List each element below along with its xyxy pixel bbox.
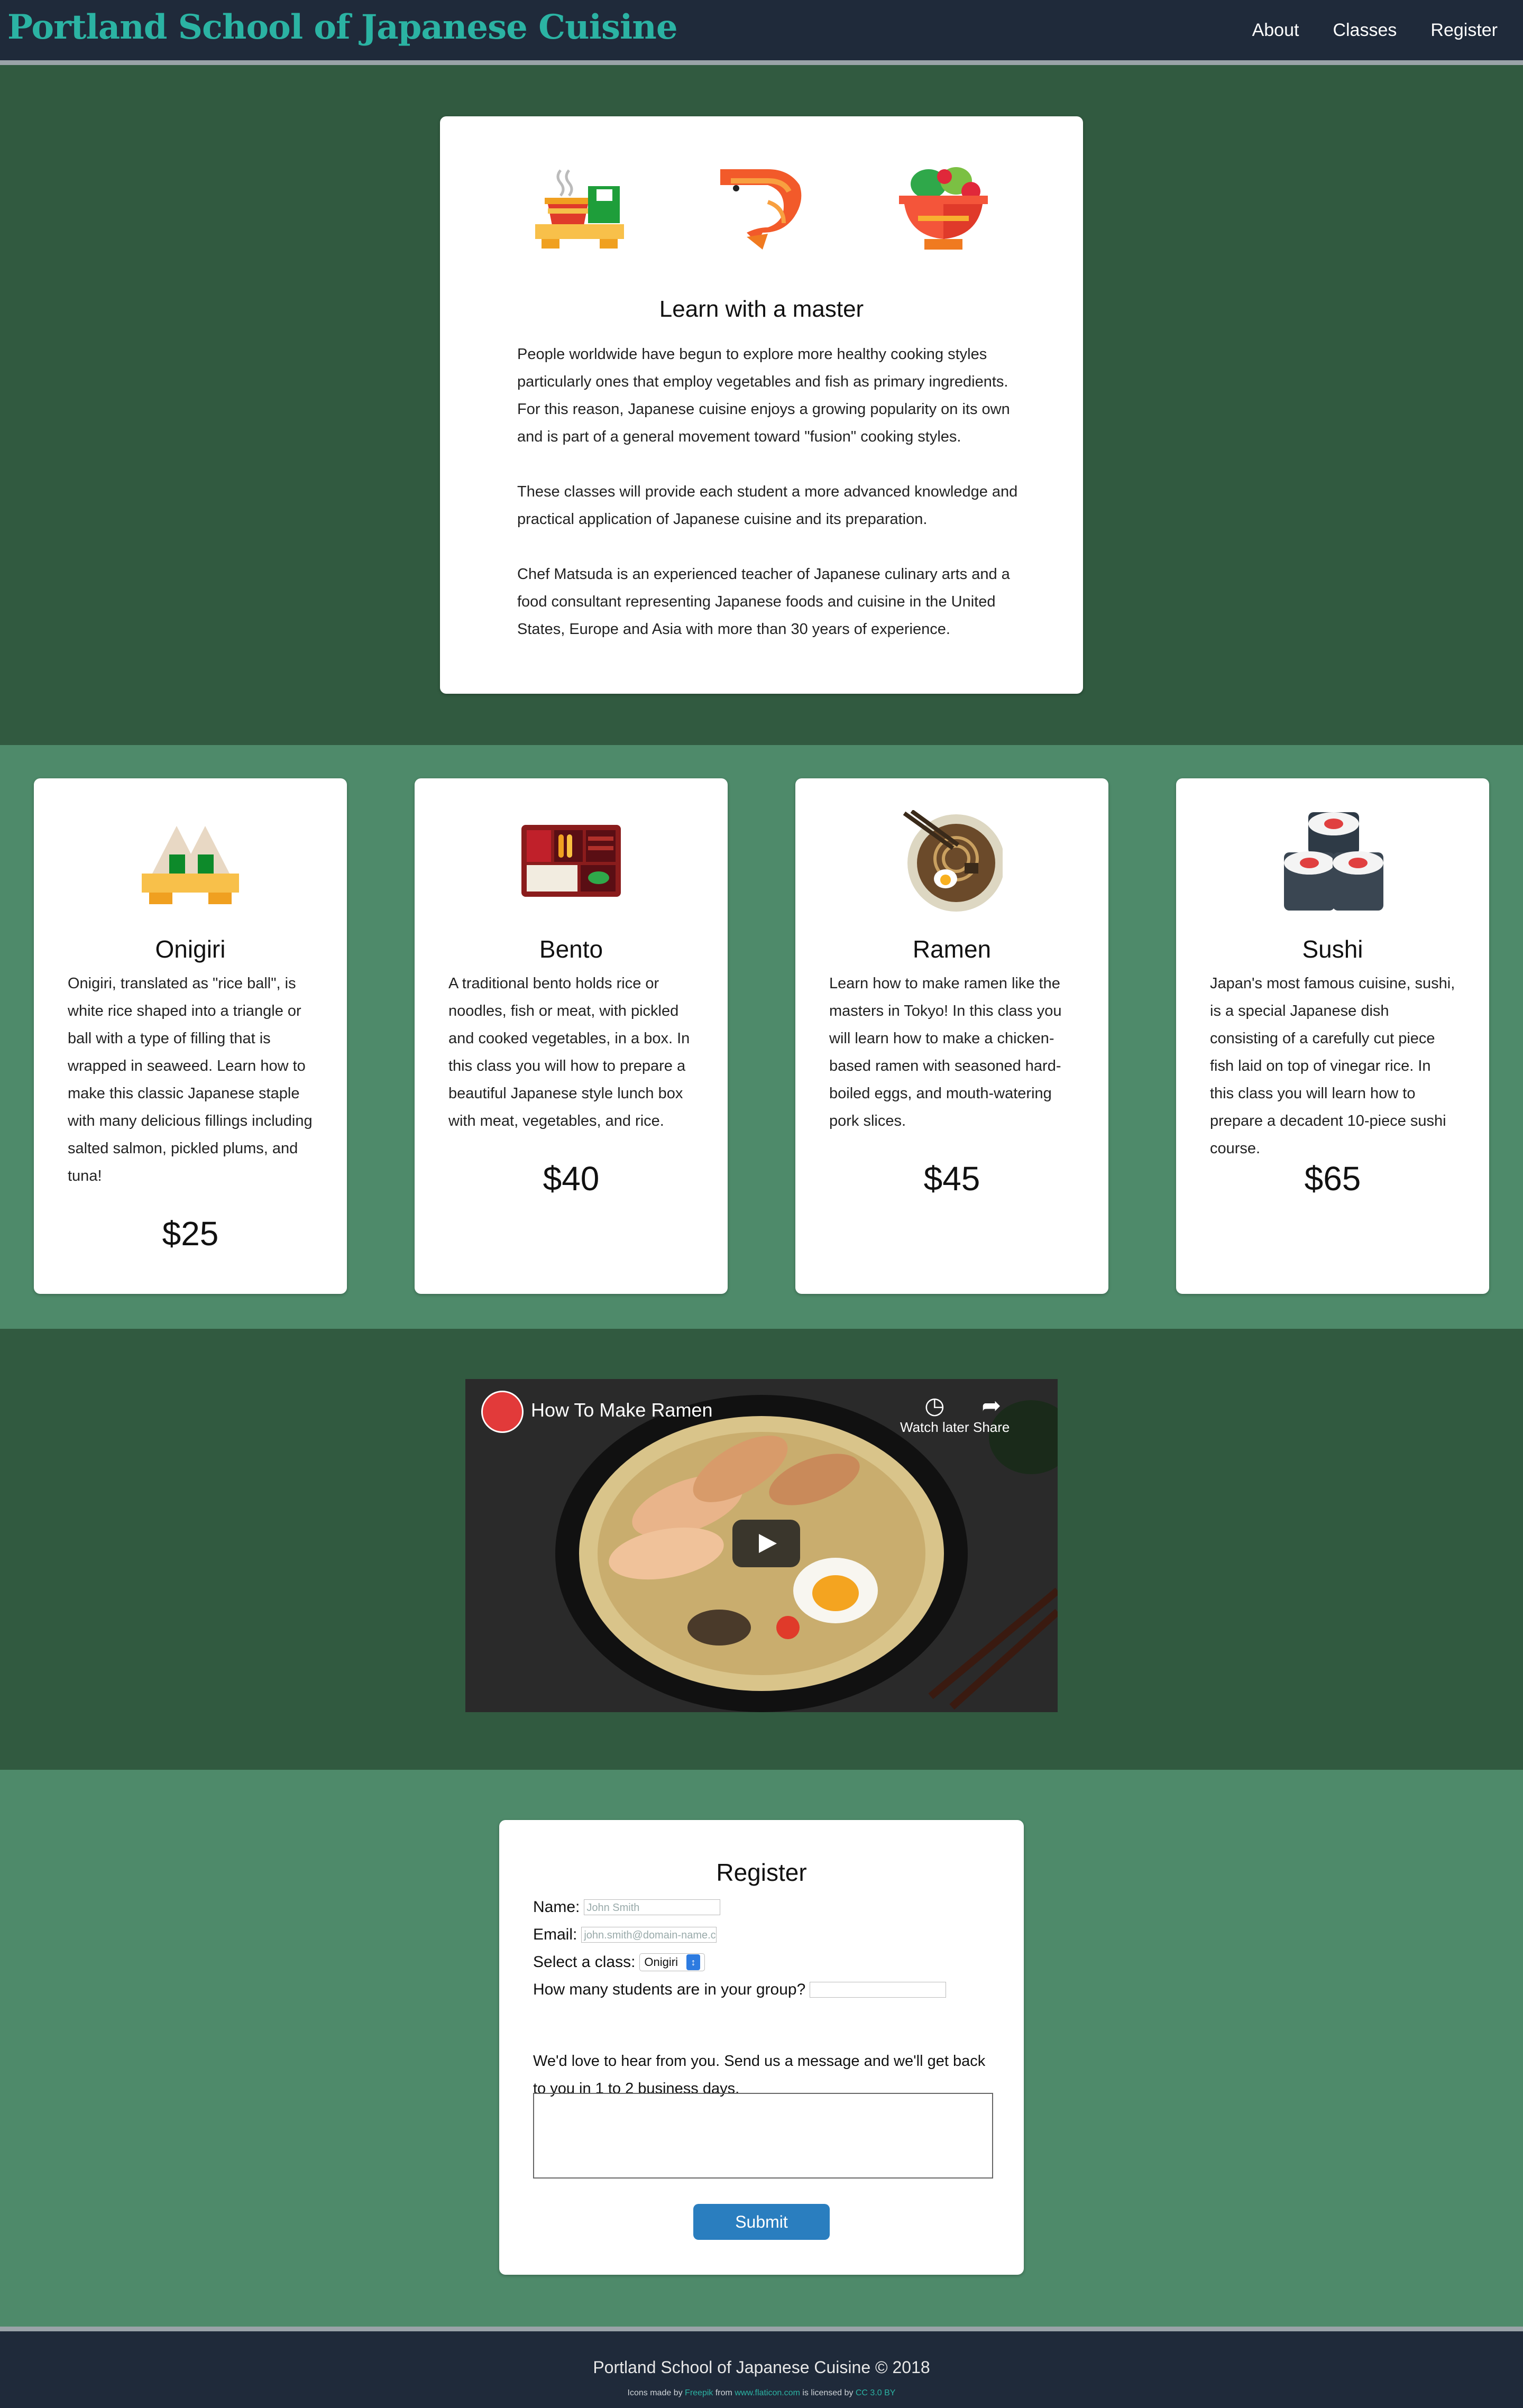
class-select-label: Select a class: (533, 1953, 636, 1971)
class-title: Sushi (1302, 935, 1363, 963)
class-description: A traditional bento holds rice or noodle… (448, 975, 690, 1129)
credit-site-link[interactable]: www.flaticon.com (735, 2388, 800, 2397)
ramen-icon (901, 809, 1005, 914)
email-label: Email: (533, 1926, 577, 1943)
watch-later-button[interactable]: ◷ Watch later (900, 1393, 969, 1436)
main-nav: About Classes Register (1252, 20, 1498, 41)
share-icon: ➦ (981, 1393, 1002, 1419)
name-row: Name: John Smith (533, 1898, 721, 1916)
intro-paragraph: Chef Matsuda is an experienced teacher o… (517, 566, 1010, 638)
credit-text: Icons made by (627, 2388, 683, 2397)
class-price: $65 (1304, 1160, 1361, 1198)
class-card-onigiri: Onigiri Onigiri, translated as "rice bal… (34, 778, 347, 1294)
class-price: $45 (923, 1160, 980, 1198)
nav-about[interactable]: About (1252, 20, 1299, 41)
site-header: Portland School of Japanese Cuisine Abou… (0, 0, 1523, 65)
share-button[interactable]: ➦ Share (973, 1393, 1010, 1436)
play-button[interactable] (732, 1520, 800, 1567)
site-footer: Portland School of Japanese Cuisine © 20… (0, 2327, 1523, 2408)
shrimp-icon (715, 165, 808, 261)
intro-title: Learn with a master (659, 296, 864, 322)
bento-icon (521, 825, 621, 899)
credit-text: is licensed by (802, 2388, 854, 2397)
class-description: Learn how to make ramen like the masters… (829, 975, 1062, 1129)
class-description: Onigiri, translated as "rice ball", is w… (68, 975, 313, 1184)
video-player[interactable]: How To Make Ramen ◷ Watch later ➦ Share (465, 1379, 1058, 1712)
intro-card: Learn with a master People worldwide hav… (440, 116, 1083, 694)
footer-copyright: Portland School of Japanese Cuisine © 20… (593, 2358, 930, 2377)
class-description: Japan's most famous cuisine, sushi, is a… (1210, 975, 1455, 1157)
name-field[interactable]: John Smith (584, 1899, 721, 1915)
credit-author-link[interactable]: Freepik (685, 2388, 713, 2397)
name-label: Name: (533, 1898, 580, 1916)
class-card-bento: Bento A traditional bento holds rice or … (415, 778, 728, 1294)
video-title[interactable]: How To Make Ramen (531, 1399, 712, 1421)
submit-button[interactable]: Submit (693, 2204, 830, 2240)
share-label: Share (973, 1419, 1010, 1435)
nav-register[interactable]: Register (1430, 20, 1498, 41)
select-arrows-icon: ↕ (686, 1954, 700, 1970)
credit-license-link[interactable]: CC 3.0 BY (856, 2388, 896, 2397)
email-field[interactable]: john.smith@domain-name.com (581, 1927, 717, 1943)
intro-text: People worldwide have begun to explore m… (517, 341, 1020, 670)
clock-icon: ◷ (924, 1393, 945, 1419)
class-price: $25 (162, 1215, 219, 1253)
class-card-ramen: Ramen Learn how to make ramen like the m… (795, 778, 1108, 1294)
class-card-sushi: Sushi Japan's most famous cuisine, sushi… (1176, 778, 1489, 1294)
class-select[interactable]: Onigiri ↕ (639, 1953, 705, 1971)
class-select-value: Onigiri (644, 1955, 678, 1969)
email-row: Email: john.smith@domain-name.com (533, 1926, 717, 1944)
tea-set-icon (533, 165, 626, 261)
site-brand[interactable]: Portland School of Japanese Cuisine (7, 7, 678, 47)
message-textarea[interactable] (533, 2093, 993, 2179)
watch-later-label: Watch later (900, 1419, 969, 1435)
group-size-field[interactable] (810, 1982, 947, 1998)
class-title: Bento (539, 935, 603, 963)
nav-classes[interactable]: Classes (1333, 20, 1397, 41)
sushi-icon (1284, 810, 1383, 916)
register-card: Register Name: John Smith Email: john.sm… (499, 1820, 1024, 2275)
channel-avatar[interactable] (481, 1391, 524, 1433)
intro-paragraph: These classes will provide each student … (517, 483, 1018, 528)
onigiri-icon (142, 815, 239, 911)
register-title: Register (716, 1859, 807, 1886)
intro-paragraph: People worldwide have begun to explore m… (517, 346, 1010, 445)
credit-text: from (715, 2388, 732, 2397)
footer-credit: Icons made by Freepik from www.flaticon.… (0, 2388, 1523, 2398)
salad-bowl-icon (897, 165, 990, 261)
group-row: How many students are in your group? (533, 1981, 947, 1999)
class-title: Ramen (912, 935, 992, 963)
class-price: $40 (543, 1160, 600, 1198)
group-size-label: How many students are in your group? (533, 1981, 806, 1998)
class-row: Select a class: Onigiri ↕ (533, 1953, 705, 1971)
class-title: Onigiri (155, 935, 226, 963)
